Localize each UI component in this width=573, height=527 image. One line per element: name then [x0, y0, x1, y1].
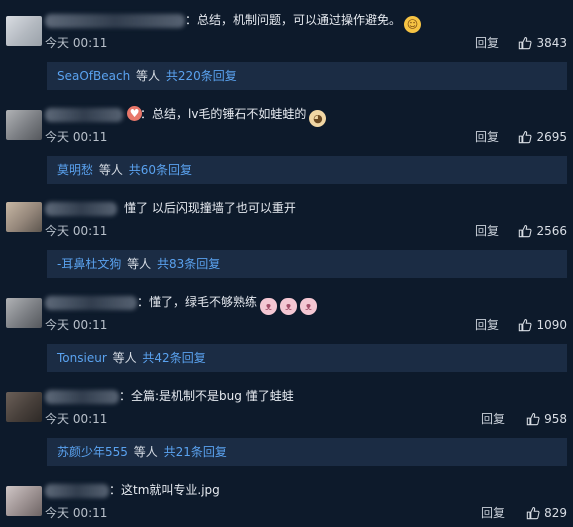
cat-emoji-icon: ◕	[309, 110, 327, 127]
username-blurred[interactable]	[45, 390, 119, 404]
like-count: 958	[544, 412, 567, 426]
comment-meta: 今天 00:11 回复 1090	[45, 317, 567, 335]
like-button[interactable]: 2566	[518, 223, 567, 239]
avatar[interactable]	[6, 16, 42, 46]
comment-time: 今天 00:11	[45, 130, 108, 144]
like-button[interactable]: 1090	[518, 317, 567, 333]
like-count: 2566	[536, 224, 567, 238]
reply-user-link[interactable]: 莫明愁	[57, 163, 93, 177]
like-count: 1090	[536, 318, 567, 332]
like-count: 829	[544, 506, 567, 520]
comment-meta: 今天 00:11 回复 958	[45, 411, 567, 429]
comment-time: 今天 00:11	[45, 506, 108, 520]
reply-etal: 等人	[136, 69, 161, 83]
thumbs-up-icon	[519, 225, 532, 238]
avatar[interactable]	[6, 298, 42, 328]
reply-count-link[interactable]: 共21条回复	[164, 445, 227, 459]
reply-user-link[interactable]: Tonsieur	[57, 351, 107, 365]
reply-summary[interactable]: SeaOfBeach 等人 共220条回复	[47, 62, 567, 90]
reply-button[interactable]: 回复	[475, 223, 499, 239]
reply-etal: 等人	[133, 445, 158, 459]
reply-button[interactable]: 回复	[475, 129, 499, 145]
reply-count-link[interactable]: 共83条回复	[157, 257, 220, 271]
thumbs-up-icon	[526, 413, 540, 426]
username-blurred[interactable]	[45, 108, 123, 122]
reply-button[interactable]: 回复	[475, 317, 499, 333]
comment-time: 今天 00:11	[45, 224, 108, 238]
like-button[interactable]: 958	[526, 411, 567, 427]
thumbs-up-icon	[519, 37, 532, 50]
comment-time: 今天 00:11	[45, 318, 108, 332]
comment-time: 今天 00:11	[45, 412, 108, 426]
avatar[interactable]	[6, 202, 42, 232]
avatar[interactable]	[6, 486, 42, 516]
comment-meta: 今天 00:11 回复 3843	[45, 35, 567, 53]
reply-summary[interactable]: -耳鼻杜文狗 等人 共83条回复	[47, 250, 567, 278]
reply-button[interactable]: 回复	[481, 411, 505, 427]
reply-etal: 等人	[112, 351, 137, 365]
reply-summary[interactable]: Tonsieur 等人 共42条回复	[47, 344, 567, 372]
like-button[interactable]: 829	[526, 505, 567, 521]
thumbs-up-icon	[519, 319, 532, 332]
like-count: 2695	[536, 130, 567, 144]
reply-user-link[interactable]: 苏颜少年555	[57, 445, 128, 459]
pig-emoji-icon: ᴥ	[300, 298, 318, 315]
thumbs-up-icon	[519, 131, 532, 144]
username-blurred[interactable]	[45, 296, 137, 310]
avatar[interactable]	[6, 110, 42, 140]
reply-user-link[interactable]: SeaOfBeach	[57, 69, 130, 83]
pig-emoji-icon: ᴥ	[260, 298, 278, 315]
comment-text: ：总结，机制问题，可以通过操作避免。 ☺	[185, 12, 422, 33]
reply-count-link[interactable]: 共60条回复	[129, 163, 192, 177]
comment-text: ：总结，lv毛的锤石不如蛙蛙的 ◕	[140, 106, 327, 127]
reply-summary[interactable]: 苏颜少年555 等人 共21条回复	[47, 438, 567, 466]
pig-emoji-icon: ᴥ	[280, 298, 298, 315]
reply-button[interactable]: 回复	[475, 35, 499, 51]
comment-meta: 今天 00:11 回复 2695	[45, 129, 567, 147]
username-blurred[interactable]	[45, 202, 117, 216]
reply-summary[interactable]: 莫明愁 等人 共60条回复	[47, 156, 567, 184]
comment-time: 今天 00:11	[45, 36, 108, 50]
thumbs-up-icon	[526, 507, 540, 520]
reply-etal: 等人	[127, 257, 152, 271]
reply-user-link[interactable]: -耳鼻杜文狗	[57, 257, 121, 271]
comment-text: ：这tm就叫专业.jpg	[109, 483, 220, 497]
avatar[interactable]	[6, 392, 42, 422]
reply-button[interactable]: 回复	[481, 505, 505, 521]
like-count: 3843	[536, 36, 567, 50]
comment-text: ：全篇:是机制不是bug 懂了蛙蛙	[119, 389, 294, 403]
like-button[interactable]: 3843	[518, 35, 567, 51]
comment-meta: 今天 00:11 回复 2566	[45, 223, 567, 241]
comment-text: ：懂了，绿毛不够熟练 ᴥ ᴥ ᴥ	[137, 294, 318, 315]
like-button[interactable]: 2695	[518, 129, 567, 145]
username-blurred[interactable]	[45, 484, 109, 498]
emoji-icon: ☺	[404, 16, 422, 33]
reply-count-link[interactable]: 共220条回复	[166, 69, 237, 83]
comment-meta: 今天 00:11 回复 829	[45, 505, 567, 523]
username-blurred[interactable]	[45, 14, 185, 28]
comment-text: 懂了 以后闪现撞墙了也可以重开	[124, 201, 296, 215]
reply-etal: 等人	[98, 163, 123, 177]
reply-count-link[interactable]: 共42条回复	[142, 351, 205, 365]
